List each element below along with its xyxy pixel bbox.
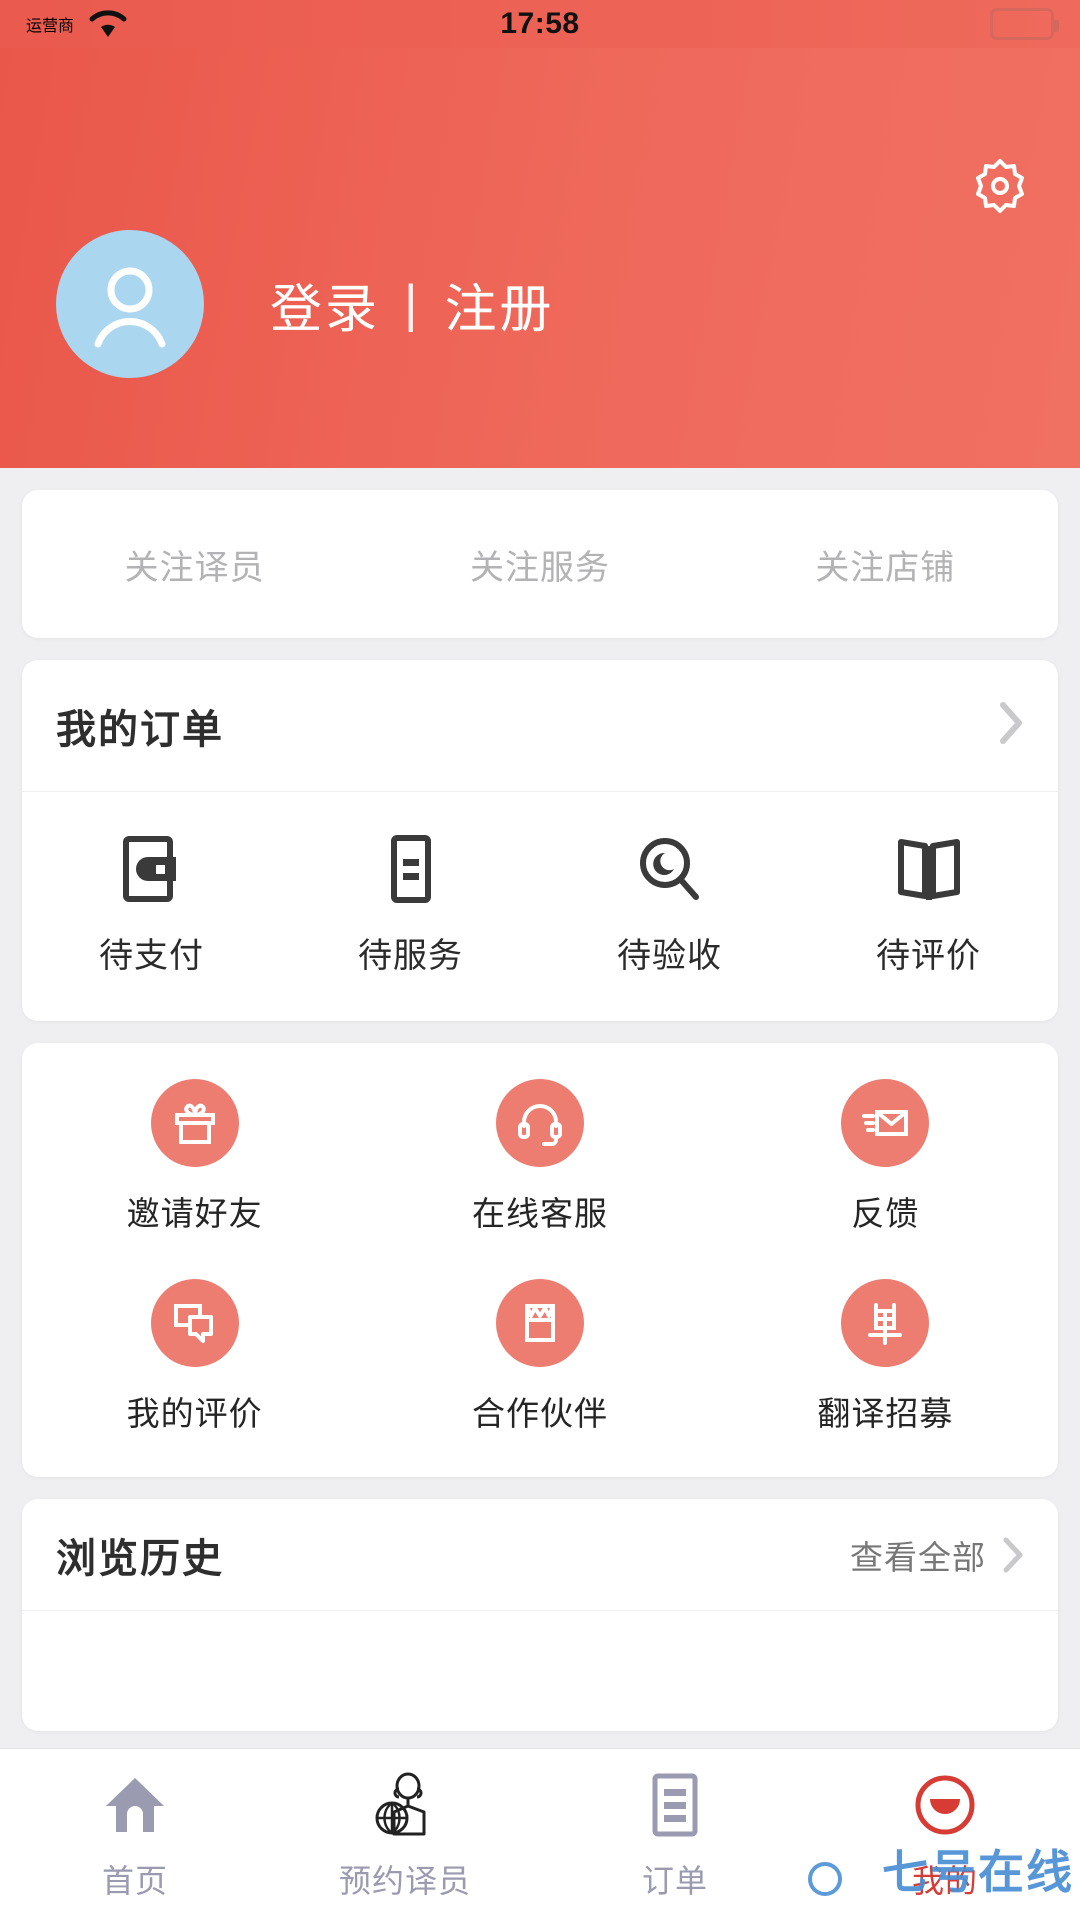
gift-icon	[150, 1079, 239, 1167]
battery-icon	[990, 8, 1059, 40]
status-bar: 运营商 17:58	[0, 0, 1080, 48]
services-row: 邀请好友 在线客服 反馈	[22, 1079, 1058, 1235]
register-link[interactable]: 注册	[445, 267, 555, 342]
profile-header: 登录 | 注册	[0, 48, 1080, 468]
nav-item-profile[interactable]: 我的	[810, 1768, 1080, 1902]
view-all-label: 查看全部	[850, 1538, 986, 1576]
clock-label: 17:58	[500, 7, 580, 40]
avatar[interactable]	[56, 230, 204, 378]
my-orders-header[interactable]: 我的订单	[22, 660, 1058, 792]
nav-item-label: 首页	[101, 1862, 168, 1899]
home-icon	[102, 1768, 168, 1842]
service-partners[interactable]: 合作伙伴	[367, 1279, 712, 1435]
list-icon	[645, 1768, 705, 1842]
document-icon	[380, 832, 442, 906]
nav-item-label: 订单	[641, 1862, 708, 1899]
view-all-button[interactable]: 查看全部	[850, 1531, 1024, 1579]
service-invite-friends[interactable]: 邀请好友	[22, 1079, 367, 1235]
services-row: 我的评价 合作伙伴 翻译招募	[22, 1279, 1058, 1435]
my-orders-title: 我的订单	[56, 707, 224, 752]
search-eye-icon	[636, 832, 704, 906]
services-grid-card: 邀请好友 在线客服 反馈 我的评价 合作伙伴 翻译招募	[22, 1043, 1058, 1477]
profile-row[interactable]: 登录 | 注册	[56, 230, 555, 378]
order-status-label: 待评价	[876, 937, 981, 975]
follow-item-label: 关注译员	[124, 548, 265, 587]
follow-item-label: 关注店铺	[815, 548, 956, 587]
chat-bubble-icon	[150, 1279, 239, 1367]
nav-item-book-interpreter[interactable]: 预约译员	[270, 1768, 540, 1902]
service-feedback[interactable]: 反馈	[713, 1079, 1058, 1235]
order-status-pending-service[interactable]: 待服务	[281, 832, 540, 977]
mail-icon	[841, 1079, 930, 1167]
chevron-right-icon[interactable]	[998, 701, 1024, 750]
chevron-right-icon	[1002, 1536, 1024, 1574]
service-label: 合作伙伴	[471, 1395, 608, 1432]
browsing-history-header: 浏览历史 查看全部	[22, 1499, 1058, 1611]
open-book-icon	[894, 832, 964, 906]
nav-item-orders[interactable]: 订单	[540, 1768, 810, 1902]
follow-stats-card: 关注译员 关注服务 关注店铺	[22, 490, 1058, 638]
profile-circle-icon	[913, 1768, 977, 1842]
service-label: 翻译招募	[817, 1395, 954, 1432]
headset-icon	[495, 1079, 584, 1167]
service-my-reviews[interactable]: 我的评价	[22, 1279, 367, 1435]
service-label: 反馈	[851, 1195, 920, 1232]
nav-item-home[interactable]: 首页	[0, 1768, 270, 1902]
browsing-history-list	[22, 1611, 1058, 1731]
order-status-label: 待验收	[617, 937, 722, 975]
order-status-pending-acceptance[interactable]: 待验收	[540, 832, 799, 977]
shop-icon	[495, 1279, 584, 1367]
browsing-history-card: 浏览历史 查看全部	[22, 1499, 1058, 1731]
service-label: 在线客服	[471, 1195, 608, 1232]
order-status-label: 待支付	[99, 937, 204, 975]
nav-item-label: 预约译员	[338, 1862, 471, 1899]
service-translator-recruit[interactable]: 翻译招募	[713, 1279, 1058, 1435]
dan-character-icon	[841, 1279, 930, 1367]
service-label: 我的评价	[126, 1395, 263, 1432]
interpreter-person-icon	[372, 1768, 438, 1842]
gear-icon[interactable]	[972, 158, 1028, 214]
service-label: 邀请好友	[126, 1195, 263, 1232]
order-status-grid: 待支付 待服务 待验收 待评价	[22, 792, 1058, 1021]
order-status-pending-review[interactable]: 待评价	[799, 832, 1058, 977]
login-register-group[interactable]: 登录 | 注册	[270, 267, 555, 342]
follow-item-shop[interactable]: 关注店铺	[713, 540, 1058, 589]
follow-item-interpreter[interactable]: 关注译员	[22, 540, 367, 589]
login-register-separator: |	[404, 275, 421, 333]
wallet-icon	[118, 832, 186, 906]
login-link[interactable]: 登录	[270, 267, 380, 342]
bottom-navigation-bar: 首页 预约译员 订单 我的	[0, 1748, 1080, 1920]
follow-item-label: 关注服务	[469, 548, 610, 587]
follow-item-service[interactable]: 关注服务	[367, 540, 712, 589]
service-online-support[interactable]: 在线客服	[367, 1079, 712, 1235]
my-orders-card: 我的订单 待支付 待服务 待验收 待评价	[22, 660, 1058, 1021]
nav-item-label: 我的	[911, 1862, 978, 1899]
browsing-history-title: 浏览历史	[56, 1536, 224, 1581]
order-status-label: 待服务	[358, 937, 463, 975]
order-status-pending-payment[interactable]: 待支付	[22, 832, 281, 977]
